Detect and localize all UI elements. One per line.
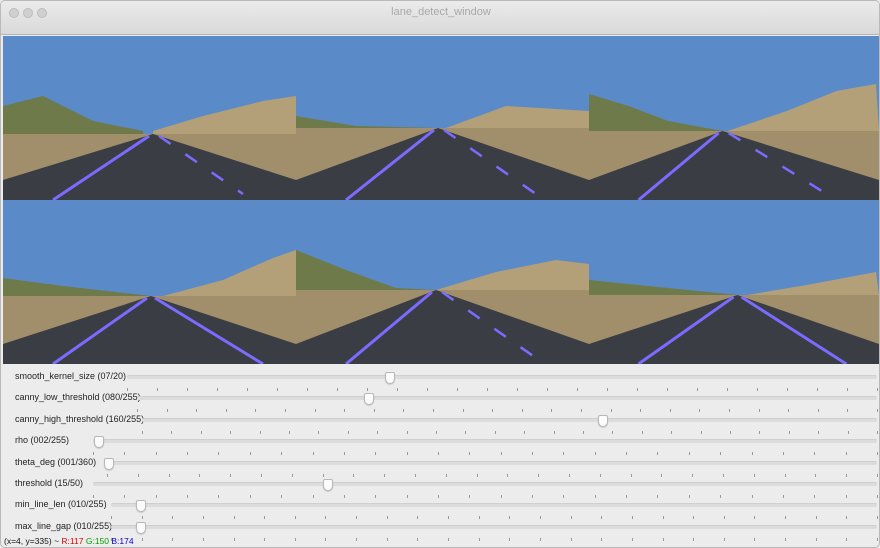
- trackbar-knob[interactable]: [323, 479, 334, 491]
- status-bar: (x=4, y=335) ~ R:117 G:150 B:174: [4, 536, 134, 546]
- trackbar-tick: [877, 538, 878, 541]
- pixel-blue-value: B:174: [111, 536, 134, 546]
- road-scene: [296, 200, 589, 364]
- trackbar-canny-low-threshold: canny_low_threshold (080/255): [1, 386, 879, 412]
- trackbar-max-line-gap: max_line_gap (010/255): [1, 515, 879, 541]
- trackbar-label: theta_deg (001/360): [15, 457, 97, 467]
- road-scene: [589, 200, 879, 364]
- app-window: lane_detect_window smooth_kernel_size (0…: [0, 0, 880, 548]
- trackbar-label: canny_high_threshold (160/255): [15, 414, 145, 424]
- trackbar-track[interactable]: [137, 393, 878, 412]
- trackbar-label: rho (002/255): [15, 435, 70, 445]
- road-scene: [589, 36, 879, 200]
- trackbar-tick: [417, 538, 419, 541]
- trackbar-knob[interactable]: [598, 415, 609, 427]
- trackbar-tick: [325, 538, 327, 541]
- road-frame-3: [589, 36, 879, 200]
- trackbar-tick: [294, 538, 296, 541]
- trackbar-tick: [846, 538, 848, 541]
- road-frame-2: [296, 36, 589, 200]
- trackbar-tick: [356, 538, 358, 541]
- trackbar-tick: [386, 538, 388, 541]
- trackbar-knob[interactable]: [136, 522, 147, 534]
- trackbar-tick: [693, 538, 695, 541]
- trackbar-knob[interactable]: [364, 393, 375, 405]
- trackbar-canny-high-threshold: canny_high_threshold (160/255): [1, 408, 879, 434]
- trackbar-tick: [662, 538, 664, 541]
- trackbar-tick: [601, 538, 603, 541]
- trackbar-tick: [141, 538, 143, 541]
- trackbar-track[interactable]: [104, 458, 878, 477]
- trackbar-tick: [815, 538, 817, 541]
- trackbar-tick: [478, 538, 480, 541]
- title-bar: lane_detect_window: [1, 1, 879, 35]
- trackbar-track[interactable]: [93, 436, 878, 455]
- cursor-coords: (x=4, y=335) ~: [4, 536, 60, 546]
- trackbar-knob[interactable]: [384, 372, 395, 384]
- trackbar-tick: [233, 538, 235, 541]
- trackbar-tick: [754, 538, 756, 541]
- road-scene: [296, 36, 589, 200]
- trackbar-panel: smooth_kernel_size (07/20) canny_low_thr…: [1, 365, 879, 541]
- trackbar-label: canny_low_threshold (080/255): [15, 392, 141, 402]
- trackbar-knob[interactable]: [94, 436, 105, 448]
- trackbar-knob[interactable]: [136, 500, 147, 512]
- trackbar-label: smooth_kernel_size (07/20): [15, 371, 127, 381]
- trackbar-threshold: threshold (15/50): [1, 472, 879, 498]
- road-frame-1: [3, 36, 296, 200]
- trackbar-theta-deg: theta_deg (001/360): [1, 451, 879, 477]
- trackbar-tick: [785, 538, 787, 541]
- trackbar-label: threshold (15/50): [15, 478, 84, 488]
- road-frame-4: [3, 200, 296, 364]
- trackbar-rho: rho (002/255): [1, 429, 879, 455]
- trackbar-tick: [264, 538, 266, 541]
- road-scene: [3, 36, 296, 200]
- pixel-green-value: G:150: [85, 536, 110, 546]
- trackbar-tick: [570, 538, 572, 541]
- trackbar-smooth-kernel-size: smooth_kernel_size (07/20): [1, 365, 879, 391]
- trackbar-track[interactable]: [111, 500, 878, 519]
- image-grid: [3, 36, 879, 364]
- trackbar-tick: [723, 538, 725, 541]
- window-title: lane_detect_window: [391, 6, 491, 18]
- trackbar-track[interactable]: [127, 372, 878, 391]
- trackbar-knob[interactable]: [104, 458, 115, 470]
- pixel-red-value: R:117: [61, 536, 84, 546]
- road-scene: [3, 200, 296, 364]
- trackbar-label: max_line_gap (010/255): [15, 521, 113, 531]
- trackbar-tick: [172, 538, 174, 541]
- trackbar-tick: [631, 538, 633, 541]
- trackbar-tick: [509, 538, 511, 541]
- trackbar-tick: [539, 538, 541, 541]
- road-frame-6: [589, 200, 879, 364]
- trackbar-min-line-len: min_line_len (010/255): [1, 493, 879, 519]
- trackbar-track[interactable]: [93, 479, 878, 498]
- trackbar-tick: [448, 538, 450, 541]
- trackbar-label: min_line_len (010/255): [15, 499, 107, 509]
- trackbar-track[interactable]: [142, 415, 878, 434]
- road-frame-5: [296, 200, 589, 364]
- trackbar-tick: [202, 538, 204, 541]
- trackbar-track[interactable]: [111, 522, 878, 541]
